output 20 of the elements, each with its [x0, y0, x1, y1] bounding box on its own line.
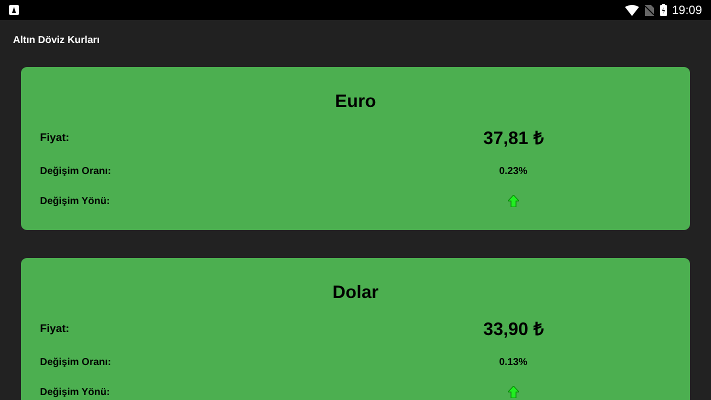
rate-label: Değişim Oranı:	[40, 164, 112, 178]
price-label: Fiyat:	[40, 322, 70, 337]
rate-label: Değişim Oranı:	[40, 356, 112, 370]
rate-value: 0.13%	[499, 356, 528, 370]
card-title: Dolar	[332, 281, 378, 304]
price-label: Fiyat:	[40, 130, 70, 146]
price-value: 37,81 ₺	[483, 126, 544, 150]
price-value: 33,90 ₺	[483, 318, 544, 340]
up-arrow-icon	[508, 386, 519, 398]
direction-label: Değişim Yönü:	[40, 386, 111, 400]
up-arrow-icon	[508, 195, 519, 207]
app-title: Altın Döviz Kurları	[13, 34, 100, 48]
rate-value: 0.23%	[499, 164, 528, 178]
wifi-icon	[624, 4, 639, 16]
clock: 19:09	[672, 2, 702, 19]
no-sim-icon	[644, 4, 654, 16]
notification-icon	[9, 5, 19, 15]
direction-label: Değişim Yönü:	[40, 194, 111, 208]
battery-icon	[660, 4, 667, 16]
card-title: Euro	[334, 90, 376, 113]
